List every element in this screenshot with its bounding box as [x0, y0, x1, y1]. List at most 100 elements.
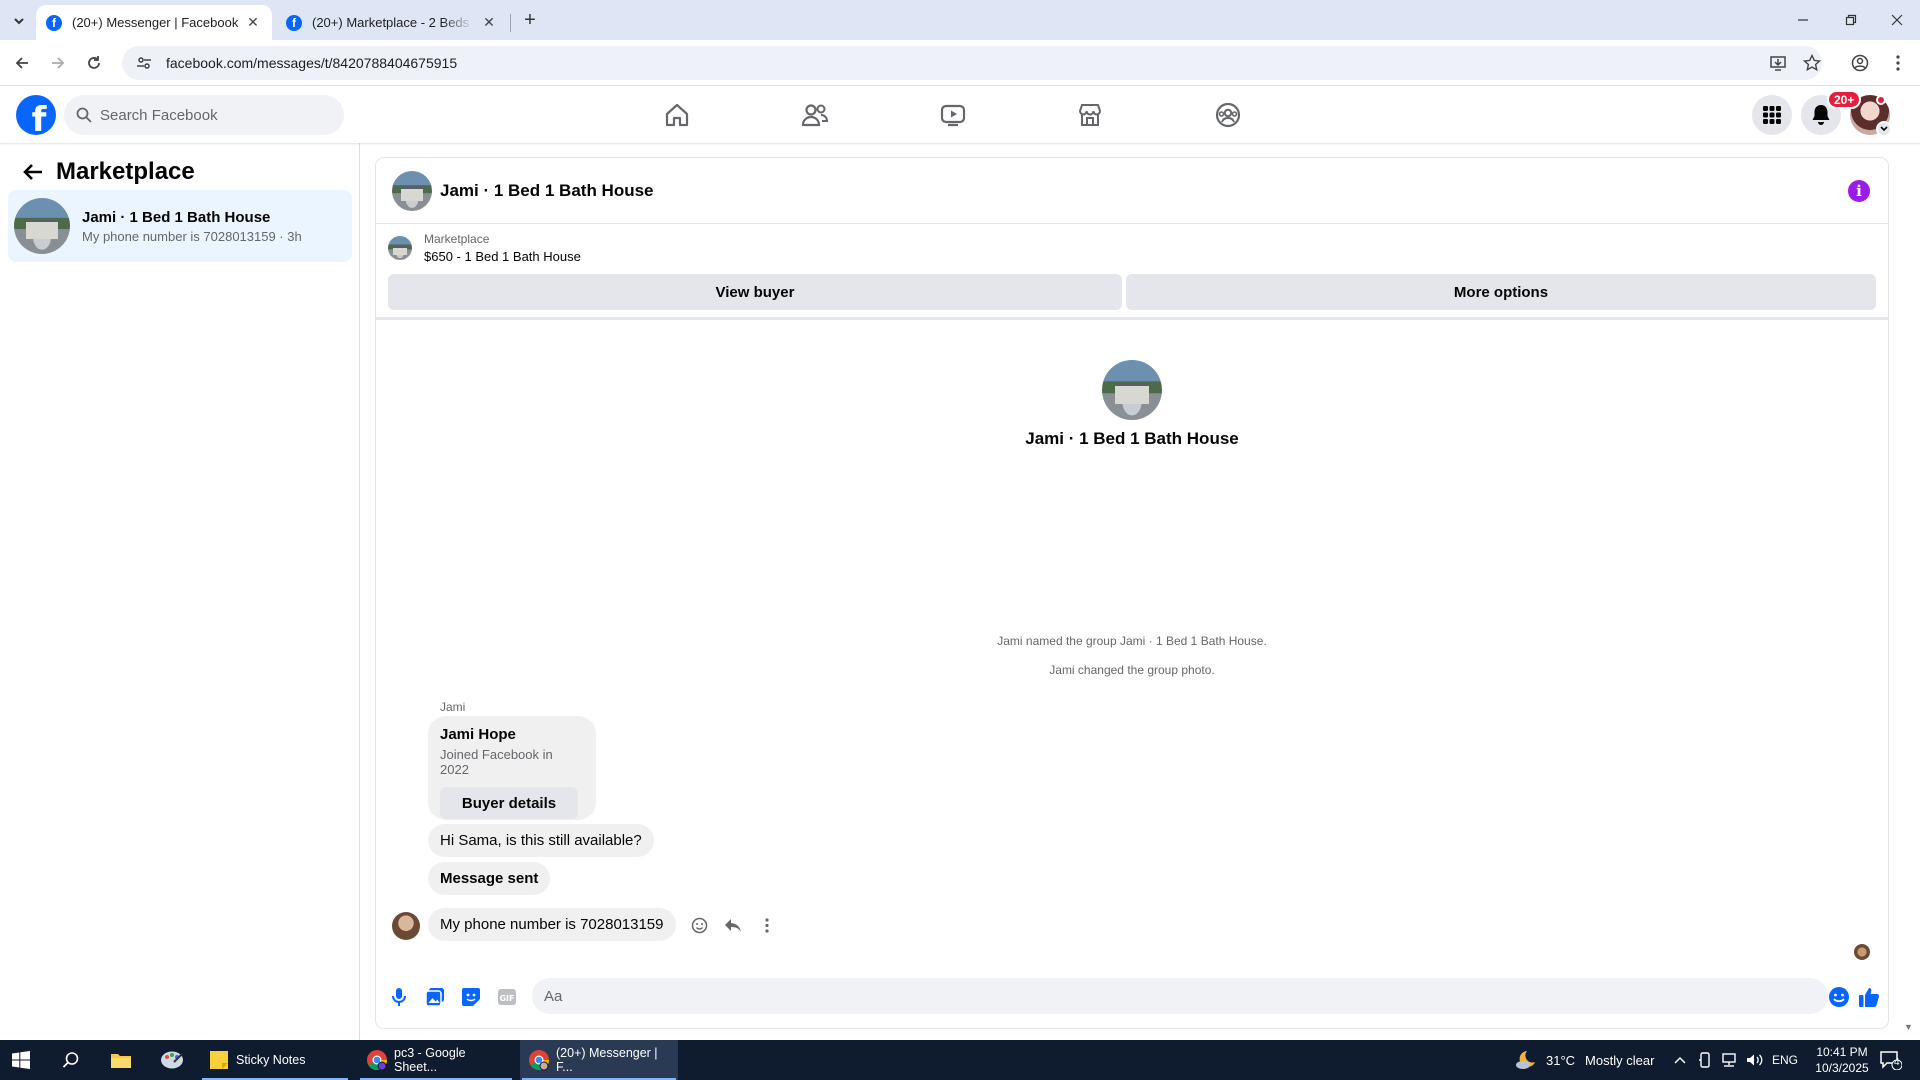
facebook-header: f 20+ [0, 87, 1920, 143]
attach-photo-button[interactable] [422, 984, 448, 1010]
chat-window: Jami · 1 Bed 1 Bath House i Marketplace … [376, 158, 1888, 1028]
network-icon[interactable] [1720, 1040, 1738, 1080]
volume-icon[interactable] [1746, 1040, 1764, 1080]
microphone-icon [392, 988, 406, 1006]
emoji-button[interactable] [1826, 984, 1852, 1010]
tab-separator [510, 14, 511, 32]
facebook-favicon-icon: f [286, 14, 302, 31]
taskbar-app-sticky-notes[interactable]: Sticky Notes [200, 1040, 350, 1080]
facebook-logo-icon[interactable]: f [16, 95, 56, 135]
tab-search-button[interactable] [8, 10, 30, 32]
nav-marketplace[interactable] [1035, 87, 1145, 143]
profile-button[interactable] [1846, 49, 1874, 77]
show-hidden-icons-button[interactable] [1674, 1040, 1686, 1080]
like-button[interactable] [1856, 984, 1882, 1010]
chat-avatar[interactable] [392, 170, 432, 211]
account-icon [1851, 54, 1869, 72]
arrow-right-icon [52, 57, 65, 69]
new-tab-button[interactable]: + [518, 8, 542, 32]
browser-tab-marketplace[interactable]: f (20+) Marketplace - 2 Beds 2 Ba ✕ [276, 5, 508, 40]
browser-toolbar: facebook.com/messages/t/8420788404675915 [0, 40, 1920, 86]
gif-button[interactable]: GIF [494, 984, 520, 1010]
sticker-icon [462, 988, 480, 1006]
buyer-details-button[interactable]: Buyer details [440, 787, 578, 819]
nav-video[interactable] [898, 87, 1008, 143]
minimize-icon [1798, 19, 1808, 21]
panel-title: Marketplace [56, 158, 195, 185]
conversation-item[interactable]: Jami · 1 Bed 1 Bath House My phone numbe… [8, 190, 352, 262]
conversation-avatar [14, 198, 70, 254]
close-icon [1891, 14, 1903, 26]
bookmark-button[interactable] [1798, 49, 1826, 77]
search-icon [76, 107, 92, 123]
close-tab-icon[interactable]: ✕ [480, 14, 498, 32]
taskbar-app-messenger[interactable]: (20+) Messenger | F... [520, 1040, 678, 1080]
view-buyer-button[interactable]: View buyer [388, 274, 1122, 310]
message-bubble: Message sent [428, 862, 551, 895]
reply-icon[interactable] [722, 914, 744, 936]
close-tab-icon[interactable]: ✕ [244, 14, 262, 32]
reload-icon [88, 56, 100, 69]
sender-avatar[interactable] [392, 912, 420, 940]
info-icon[interactable]: i [1848, 180, 1870, 202]
site-settings-icon[interactable] [136, 55, 152, 71]
marketplace-icon [1078, 104, 1102, 126]
language-indicator[interactable]: ENG [1772, 1040, 1798, 1080]
facebook-search[interactable] [64, 95, 344, 135]
weather-moon-icon [1516, 1051, 1535, 1069]
microphone-button[interactable] [386, 984, 412, 1010]
nav-home[interactable] [622, 87, 732, 143]
folder-icon [111, 1054, 131, 1068]
restore-icon [1845, 14, 1857, 26]
restore-button[interactable] [1828, 0, 1874, 40]
nav-friends[interactable] [760, 87, 870, 143]
menu-button[interactable] [1752, 95, 1792, 135]
message-input[interactable] [544, 987, 1744, 1005]
browser-tab-messenger[interactable]: f (20+) Messenger | Facebook ✕ [36, 5, 272, 40]
photo-icon [425, 988, 444, 1007]
search-icon [62, 1052, 79, 1068]
nav-groups[interactable] [1173, 87, 1283, 143]
file-explorer-button[interactable] [110, 1040, 132, 1080]
buyer-card: Jami Hope Joined Facebook in 2022 Buyer … [428, 716, 596, 820]
conversation-preview: My phone number is 7028013159 · 3h [82, 228, 302, 244]
gif-icon: GIF [498, 989, 516, 1005]
install-app-button[interactable] [1764, 49, 1792, 77]
notification-count: 4 [1894, 1057, 1900, 1068]
account-menu-button[interactable] [1876, 121, 1892, 137]
chevron-down-icon [14, 18, 24, 25]
search-button[interactable] [62, 1040, 80, 1080]
forward-button[interactable] [44, 49, 72, 77]
chrome-icon [367, 1050, 388, 1071]
clock[interactable]: 10:41 PM 10/3/2025 [1804, 1044, 1880, 1076]
meet-now-icon[interactable] [1698, 1040, 1712, 1080]
install-icon [1770, 56, 1786, 71]
back-button[interactable] [18, 157, 48, 187]
taskbar-app-google-sheets[interactable]: pc3 - Google Sheet... [358, 1040, 514, 1080]
address-bar[interactable]: facebook.com/messages/t/8420788404675915 [122, 46, 1822, 80]
listing-thumbnail [388, 236, 412, 260]
status-dot [1876, 95, 1886, 105]
browser-menu-button[interactable] [1884, 49, 1912, 77]
windows-taskbar: Sticky Notes pc3 - Google Sheet... (20+)… [0, 1040, 1920, 1080]
close-window-button[interactable] [1874, 0, 1920, 40]
react-icon[interactable] [688, 914, 710, 936]
seen-avatar [1854, 944, 1870, 960]
back-button[interactable] [8, 49, 36, 77]
chat-title[interactable]: Jami · 1 Bed 1 Bath House [440, 181, 654, 201]
scroll-down-arrow[interactable]: ▼ [1904, 1022, 1913, 1032]
minimize-button[interactable] [1780, 0, 1826, 40]
reload-button[interactable] [80, 49, 108, 77]
marketplace-listing-bar: Marketplace $650 - 1 Bed 1 Bath House Vi… [376, 224, 1888, 320]
more-options-button[interactable]: More options [1126, 274, 1876, 310]
weather-widget[interactable]: 31°C Mostly clear [1514, 1040, 1654, 1080]
notification-center-button[interactable]: 4 [1880, 1040, 1902, 1080]
message-bubble: My phone number is 7028013159 [428, 908, 676, 941]
listing-title[interactable]: $650 - 1 Bed 1 Bath House [424, 249, 581, 264]
sticker-button[interactable] [458, 984, 484, 1010]
message-input-box[interactable] [532, 978, 1828, 1014]
search-input[interactable] [100, 106, 320, 124]
start-button[interactable] [12, 1040, 30, 1080]
more-vertical-icon[interactable] [756, 914, 778, 936]
paint-app-button[interactable] [160, 1040, 184, 1080]
